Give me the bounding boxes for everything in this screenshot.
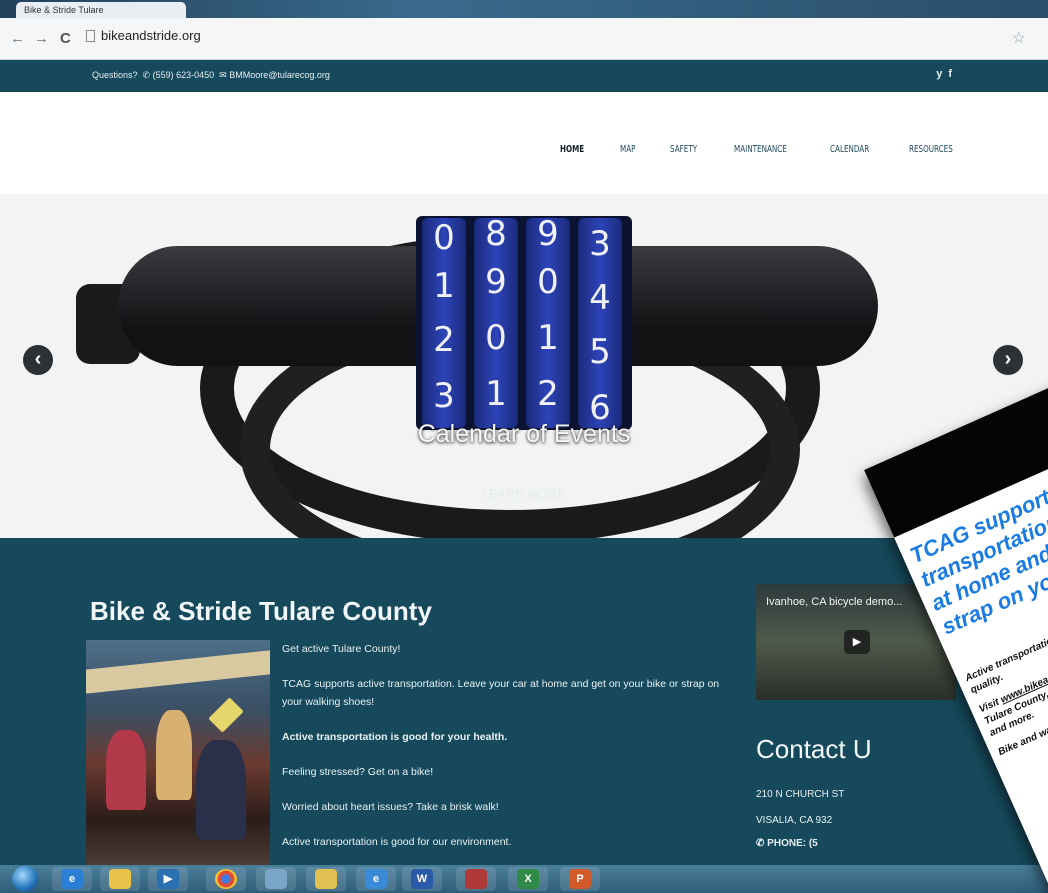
taskbar-excel-icon[interactable]: X [508,867,548,891]
taskbar-folder-icon[interactable] [100,867,140,891]
windows-taskbar: e ▶ e W X P [0,865,1048,893]
dial-digit: 5 [589,332,611,372]
dial-digit: 0 [485,318,507,358]
dial-digit: 0 [537,262,559,302]
address-line: VISALIA, CA 932 [756,815,833,826]
dial-digit: 0 [433,218,455,258]
dial-4: 3 4 5 6 [578,218,622,428]
dial-digit: 1 [537,318,559,358]
twitter-icon[interactable]: y [936,68,948,80]
intro-paragraph-bold: Active transportation is good for your h… [282,731,508,743]
intro-paragraph: Feeling stressed? Get on a bike! [282,766,434,778]
taskbar-word-icon[interactable]: W [402,867,442,891]
dial-digit: 9 [537,214,559,254]
facebook-icon[interactable]: f [948,68,958,80]
address-bar[interactable]: bikeandstride.org [86,28,201,43]
slider-next-icon[interactable]: › [993,345,1023,375]
photo-awning [86,650,270,694]
forward-icon[interactable]: → [34,30,49,47]
play-icon[interactable]: ▶ [844,630,870,654]
reload-icon[interactable]: C [60,30,71,47]
combination-dials: 0 1 2 3 8 9 0 1 9 0 1 2 3 4 5 6 [416,214,632,430]
photo-sign [208,697,244,733]
slider-prev-icon[interactable]: ‹ [23,345,53,375]
menu-maintenance[interactable]: MAINTENANCE [734,144,787,155]
back-icon[interactable]: ← [10,30,25,47]
contact-phone: ✆ PHONE: (5 [756,838,818,849]
topbar-email[interactable]: BMMoore@tularecog.org [229,70,330,80]
slide-title: Calendar of Events [417,420,631,448]
intro-paragraph: Worried about heart issues? Take a brisk… [282,801,499,813]
taskbar-paint-icon[interactable] [256,867,296,891]
phone-label: PHONE: (5 [767,838,818,849]
contact-heading: Contact U [756,734,872,764]
menu-map[interactable]: MAP [620,144,635,155]
dial-digit: 3 [433,376,455,416]
menu-calendar[interactable]: CALENDAR [830,144,869,155]
dial-digit: 2 [537,374,559,414]
url-text: bikeandstride.org [101,28,201,43]
dial-digit: 1 [433,266,455,306]
taskbar-powerpoint-icon[interactable]: P [560,867,600,891]
community-photo [86,640,270,865]
page-icon [86,30,95,42]
social-links: yf [936,68,958,80]
taskbar-ie-icon[interactable]: e [52,867,92,891]
video-title: Ivanhoe, CA bicycle demo... [766,596,903,608]
dial-digit: 1 [485,374,507,414]
start-button-icon[interactable] [12,866,38,892]
dial-digit: 8 [485,214,507,254]
contact-strip: Questions? ✆ (559) 623-0450 ✉ BMMoore@tu… [92,70,330,81]
dial-digit: 9 [485,262,507,302]
page-title: Bike & Stride Tulare County [90,596,432,626]
dial-digit: 3 [589,224,611,264]
topbar-phone[interactable]: (559) 623-0450 [153,70,215,80]
mail-icon: ✉ [216,70,227,80]
contact-address: 210 N CHURCH ST VISALIA, CA 932 [756,782,844,834]
phone-icon: ✆ [756,838,768,849]
photo-person [156,710,192,800]
browser-tabstrip: Bike & Stride Tulare [0,0,1048,18]
address-line: 210 N CHURCH ST [756,789,845,800]
taskbar-access-icon[interactable] [456,867,496,891]
intro-copy: Get active Tulare County! TCAG supports … [282,640,732,868]
dial-digit: 2 [433,320,455,360]
menu-home[interactable]: HOME [560,144,584,155]
intro-paragraph: Active transportation is good for our en… [282,836,512,848]
browser-toolbar: ← → C bikeandstride.org ☆ [0,18,1048,60]
phone-icon: ✆ [140,70,151,80]
main-content: Bike & Stride Tulare County Get active T… [0,538,1048,865]
site-topbar: Questions? ✆ (559) 623-0450 ✉ BMMoore@tu… [0,60,1048,92]
taskbar-ie2-icon[interactable]: e [356,867,396,891]
taskbar-explorer-icon[interactable] [306,867,346,891]
dial-1: 0 1 2 3 [422,218,466,428]
intro-paragraph: TCAG supports active transportation. Lea… [282,678,720,708]
site-header: HOME MAP SAFETY MAINTENANCE CALENDAR RES… [0,92,1048,194]
taskbar-chrome-icon[interactable] [206,867,246,891]
dial-digit: 4 [589,278,611,318]
dial-2: 8 9 0 1 [474,214,518,428]
questions-label: Questions? [92,70,138,80]
main-menu: HOME MAP SAFETY MAINTENANCE CALENDAR RES… [560,144,993,155]
taskbar-media-icon[interactable]: ▶ [148,867,188,891]
browser-tab[interactable]: Bike & Stride Tulare [16,2,186,18]
photo-person [196,740,246,840]
bookmark-star-icon[interactable]: ☆ [1012,28,1026,48]
menu-safety[interactable]: SAFETY [670,144,697,155]
photo-person [106,730,146,810]
dial-3: 9 0 1 2 [526,214,570,428]
intro-paragraph: Get active Tulare County! [282,643,401,655]
menu-resources[interactable]: RESOURCES [909,144,953,155]
